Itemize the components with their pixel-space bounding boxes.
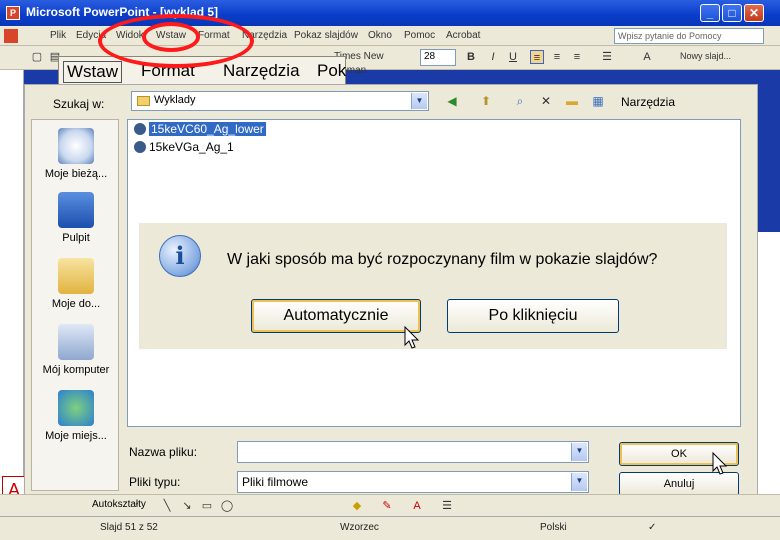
prompt-question: W jaki sposób ma być rozpoczynany film w… bbox=[227, 251, 658, 268]
align-right-icon[interactable]: ≡ bbox=[570, 50, 584, 64]
menu-help[interactable]: Pomoc bbox=[404, 30, 435, 41]
places-bar: Moje bieżą... Pulpit Moje do... Mój komp… bbox=[31, 119, 119, 491]
slide-edge-fragment bbox=[758, 232, 780, 494]
automatic-button[interactable]: Automatycznie bbox=[251, 299, 421, 333]
arrow-icon[interactable]: ↘ bbox=[180, 499, 194, 513]
filename-input[interactable]: ▼ bbox=[237, 441, 589, 463]
look-in-value: Wyklady bbox=[154, 94, 196, 106]
chevron-down-icon[interactable]: ▼ bbox=[571, 473, 587, 491]
minimize-button[interactable]: _ bbox=[700, 4, 720, 22]
on-click-button[interactable]: Po kliknięciu bbox=[447, 299, 619, 333]
autoshapes-menu[interactable]: Autokształty bbox=[92, 499, 146, 510]
zoom-menu-tools[interactable]: Narzędzia bbox=[223, 61, 300, 81]
line-color-icon[interactable]: ✎ bbox=[380, 499, 394, 513]
look-in-label: Szukaj w: bbox=[53, 97, 105, 111]
filename-label: Nazwa pliku: bbox=[129, 445, 198, 459]
align-left-icon[interactable]: ≡ bbox=[530, 50, 544, 64]
font-size-field[interactable]: 28 bbox=[420, 49, 456, 66]
italic-button[interactable]: I bbox=[486, 50, 500, 64]
language-indicator: Polski bbox=[540, 522, 567, 533]
tools-menu-button[interactable]: Narzędzia bbox=[621, 95, 675, 109]
movie-start-prompt: i W jaki sposób ma być rozpoczynany film… bbox=[139, 223, 727, 349]
list-item[interactable]: 15keVC60_Ag_lower bbox=[134, 122, 266, 138]
information-icon: i bbox=[159, 235, 201, 277]
back-icon[interactable]: ◀ bbox=[443, 93, 461, 109]
insert-movie-dialog: Szukaj w: Wyklady ▼ ◀ ⬆ ⌕ ✕ ▬ ▦ Narzędzi… bbox=[24, 84, 758, 500]
maximize-button[interactable]: □ bbox=[722, 4, 742, 22]
mouse-cursor-icon bbox=[404, 326, 420, 349]
chevron-down-icon[interactable]: ▼ bbox=[411, 93, 427, 109]
list-item[interactable]: 15keVGa_Ag_1 bbox=[134, 140, 234, 156]
font-color-icon[interactable]: A bbox=[640, 50, 654, 64]
desktop-icon bbox=[58, 192, 94, 228]
filetype-label: Pliki typu: bbox=[129, 475, 181, 489]
network-places-icon bbox=[58, 390, 94, 426]
menu-file[interactable]: Plik bbox=[50, 30, 66, 41]
new-folder-icon[interactable]: ▬ bbox=[563, 93, 581, 109]
filetype-value: Pliki filmowe bbox=[242, 475, 309, 489]
movie-file-icon bbox=[134, 141, 146, 153]
delete-icon[interactable]: ✕ bbox=[537, 93, 555, 109]
folder-icon bbox=[137, 96, 150, 106]
movie-file-icon bbox=[134, 123, 146, 135]
place-my-computer[interactable]: Mój komputer bbox=[32, 324, 120, 376]
help-search-input[interactable]: Wpisz pytanie do Pomocy bbox=[614, 28, 764, 44]
spelling-icon: ✓ bbox=[648, 522, 657, 533]
views-icon[interactable]: ▦ bbox=[589, 93, 607, 109]
search-web-icon[interactable]: ⌕ bbox=[511, 93, 529, 109]
menu-acrobat[interactable]: Acrobat bbox=[446, 30, 480, 41]
menu-window[interactable]: Okno bbox=[368, 30, 392, 41]
fill-color-icon[interactable]: ◆ bbox=[350, 499, 364, 513]
annotation-ellipse bbox=[142, 22, 200, 52]
new-icon[interactable]: ▢ bbox=[30, 50, 44, 64]
design-name: Wzorzec bbox=[340, 522, 379, 533]
recent-documents-icon bbox=[58, 128, 94, 164]
line-icon[interactable]: ╲ bbox=[160, 499, 174, 513]
place-recent[interactable]: Moje bieżą... bbox=[32, 128, 120, 180]
line-style-icon[interactable]: ☰ bbox=[440, 499, 454, 513]
slide-counter: Slajd 51 z 52 bbox=[100, 522, 158, 533]
rectangle-icon[interactable]: ▭ bbox=[200, 499, 214, 513]
zoom-menu-slideshow[interactable]: Pok bbox=[317, 61, 346, 81]
underline-button[interactable]: U bbox=[506, 50, 520, 64]
text-color-icon[interactable]: A bbox=[410, 499, 424, 513]
new-slide-button[interactable]: Nowy slajd... bbox=[678, 49, 740, 66]
bullets-icon[interactable]: ☰ bbox=[600, 50, 614, 64]
bold-button[interactable]: B bbox=[464, 50, 478, 64]
document-icon[interactable] bbox=[4, 29, 18, 43]
filetype-select[interactable]: Pliki filmowe ▼ bbox=[237, 471, 589, 493]
up-folder-icon[interactable]: ⬆ bbox=[477, 93, 495, 109]
look-in-dropdown[interactable]: Wyklady ▼ bbox=[131, 91, 429, 111]
powerpoint-app-icon: P bbox=[6, 6, 20, 20]
status-bar: Slajd 51 z 52 Wzorzec Polski ✓ bbox=[0, 516, 780, 540]
place-network[interactable]: Moje miejs... bbox=[32, 390, 120, 442]
drawing-toolbar: Autokształty ╲ ↘ ▭ ◯ ◆ ✎ A ☰ bbox=[0, 494, 780, 516]
align-center-icon[interactable]: ≡ bbox=[550, 50, 564, 64]
place-my-documents[interactable]: Moje do... bbox=[32, 258, 120, 310]
my-computer-icon bbox=[58, 324, 94, 360]
slide-thumbnail-strip bbox=[0, 70, 24, 510]
oval-icon[interactable]: ◯ bbox=[220, 499, 234, 513]
zoom-menu-insert[interactable]: Wstaw bbox=[63, 61, 122, 83]
place-desktop[interactable]: Pulpit bbox=[32, 192, 120, 244]
menu-slideshow[interactable]: Pokaz slajdów bbox=[294, 30, 358, 41]
close-button[interactable]: ✕ bbox=[744, 4, 764, 22]
mouse-cursor-icon bbox=[712, 452, 728, 475]
chevron-down-icon[interactable]: ▼ bbox=[571, 443, 587, 461]
my-documents-icon bbox=[58, 258, 94, 294]
